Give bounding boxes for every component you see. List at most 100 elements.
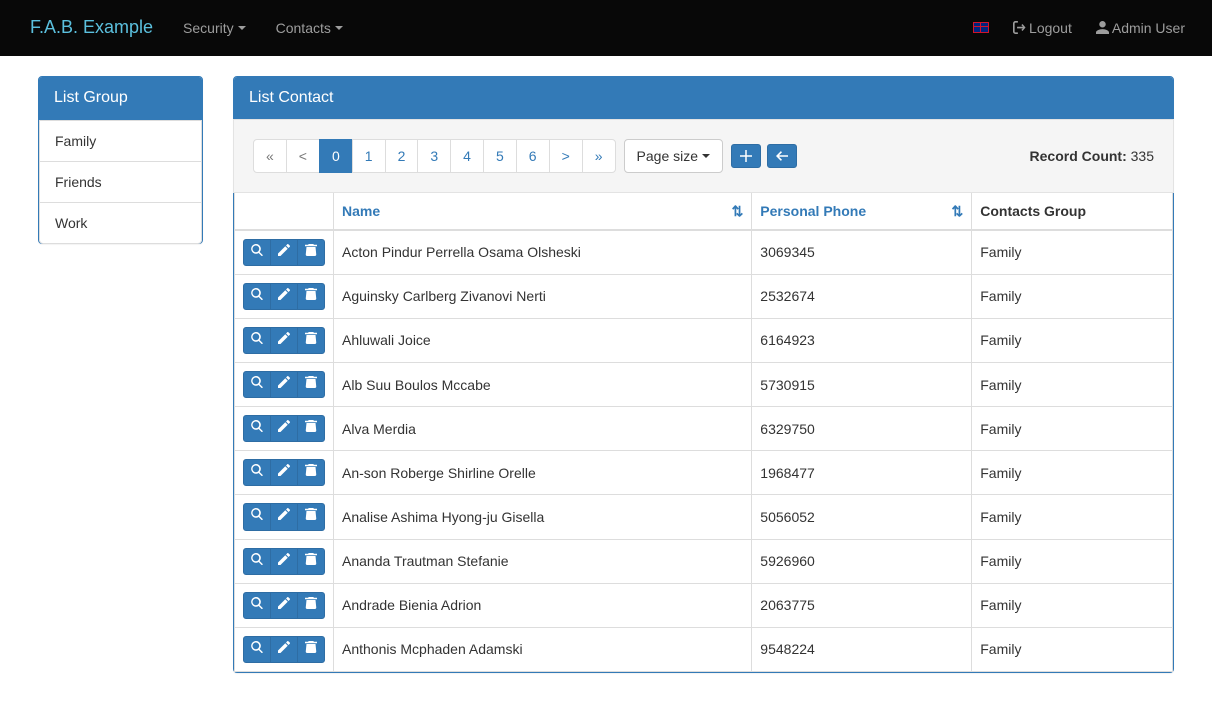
cell-group: Family xyxy=(972,407,1173,451)
cell-name: Alb Suu Boulos Mccabe xyxy=(334,362,752,406)
search-icon xyxy=(251,597,263,614)
cell-phone: 5926960 xyxy=(752,539,972,583)
row-edit-button[interactable] xyxy=(270,459,298,486)
search-icon xyxy=(251,376,263,393)
cell-group: Family xyxy=(972,495,1173,539)
page-2[interactable]: 2 xyxy=(385,139,419,173)
user-icon xyxy=(1096,21,1109,34)
pencil-icon xyxy=(278,420,290,437)
cell-phone: 1968477 xyxy=(752,451,972,495)
col-personal-phone[interactable]: Personal Phone ⇅ xyxy=(752,193,972,230)
arrow-left-icon xyxy=(776,150,788,162)
sidebar-item-friends[interactable]: Friends xyxy=(39,161,202,203)
sidebar-item-family[interactable]: Family xyxy=(39,120,202,162)
nav-logout[interactable]: Logout xyxy=(1001,3,1084,53)
row-edit-button[interactable] xyxy=(270,592,298,619)
row-delete-button[interactable] xyxy=(297,283,325,310)
page-5[interactable]: 5 xyxy=(483,139,517,173)
sidebar-item-work[interactable]: Work xyxy=(39,202,202,244)
back-button[interactable] xyxy=(767,144,797,168)
cell-phone: 6329750 xyxy=(752,407,972,451)
row-edit-button[interactable] xyxy=(270,636,298,663)
row-view-button[interactable] xyxy=(243,636,271,663)
main-title: List Contact xyxy=(234,77,1173,120)
col-contacts-group: Contacts Group xyxy=(972,193,1173,230)
page-6[interactable]: 6 xyxy=(516,139,550,173)
row-delete-button[interactable] xyxy=(297,503,325,530)
page-size-dropdown[interactable]: Page size xyxy=(624,139,723,173)
pencil-icon xyxy=(278,464,290,481)
pencil-icon xyxy=(278,597,290,614)
row-view-button[interactable] xyxy=(243,327,271,354)
table-row: Ahluwali Joice6164923Family xyxy=(235,318,1173,362)
row-edit-button[interactable] xyxy=(270,283,298,310)
pencil-icon xyxy=(278,244,290,261)
row-view-button[interactable] xyxy=(243,459,271,486)
page-3[interactable]: 3 xyxy=(417,139,451,173)
nav-language[interactable] xyxy=(961,7,1001,48)
sidebar-title: List Group xyxy=(39,77,202,120)
eraser-icon xyxy=(305,376,317,393)
cell-name: Analise Ashima Hyong-ju Gisella xyxy=(334,495,752,539)
eraser-icon xyxy=(305,332,317,349)
search-icon xyxy=(251,332,263,349)
record-count: Record Count: 335 xyxy=(1030,146,1154,166)
row-edit-button[interactable] xyxy=(270,327,298,354)
eraser-icon xyxy=(305,597,317,614)
cell-group: Family xyxy=(972,362,1173,406)
row-view-button[interactable] xyxy=(243,548,271,575)
cell-group: Family xyxy=(972,318,1173,362)
row-delete-button[interactable] xyxy=(297,327,325,354)
row-edit-button[interactable] xyxy=(270,503,298,530)
add-button[interactable] xyxy=(731,144,761,168)
row-edit-button[interactable] xyxy=(270,371,298,398)
page-4[interactable]: 4 xyxy=(450,139,484,173)
page-last[interactable]: » xyxy=(582,139,616,173)
row-view-button[interactable] xyxy=(243,503,271,530)
row-view-button[interactable] xyxy=(243,371,271,398)
page-prev[interactable]: < xyxy=(286,139,320,173)
table-row: Alb Suu Boulos Mccabe5730915Family xyxy=(235,362,1173,406)
row-view-button[interactable] xyxy=(243,283,271,310)
page-1[interactable]: 1 xyxy=(352,139,386,173)
row-edit-button[interactable] xyxy=(270,415,298,442)
nav-contacts[interactable]: Contacts xyxy=(261,3,358,53)
pencil-icon xyxy=(278,288,290,305)
row-delete-button[interactable] xyxy=(297,548,325,575)
search-icon xyxy=(251,553,263,570)
row-view-button[interactable] xyxy=(243,415,271,442)
row-delete-button[interactable] xyxy=(297,415,325,442)
cell-phone: 3069345 xyxy=(752,230,972,275)
sort-icon: ⇅ xyxy=(952,201,964,221)
row-view-button[interactable] xyxy=(243,239,271,266)
page-0[interactable]: 0 xyxy=(319,139,353,173)
plus-icon xyxy=(740,150,752,162)
caret-down-icon xyxy=(335,26,343,30)
cell-group: Family xyxy=(972,274,1173,318)
cell-phone: 6164923 xyxy=(752,318,972,362)
cell-name: Anthonis Mcphaden Adamski xyxy=(334,627,752,671)
row-edit-button[interactable] xyxy=(270,548,298,575)
brand-link[interactable]: F.A.B. Example xyxy=(15,0,168,56)
eraser-icon xyxy=(305,553,317,570)
nav-user[interactable]: Admin User xyxy=(1084,3,1197,53)
sidebar-panel: List Group FamilyFriendsWork xyxy=(38,76,203,244)
cell-group: Family xyxy=(972,451,1173,495)
toolbar: «<0123456>» Page size Record Count: 335 xyxy=(233,119,1174,193)
page-first[interactable]: « xyxy=(253,139,287,173)
row-delete-button[interactable] xyxy=(297,592,325,619)
row-delete-button[interactable] xyxy=(297,636,325,663)
row-delete-button[interactable] xyxy=(297,239,325,266)
row-delete-button[interactable] xyxy=(297,459,325,486)
main-panel: List Contact «<0123456>» Page size Recor… xyxy=(233,76,1174,673)
search-icon xyxy=(251,464,263,481)
nav-security[interactable]: Security xyxy=(168,3,261,53)
eraser-icon xyxy=(305,420,317,437)
row-delete-button[interactable] xyxy=(297,371,325,398)
cell-name: Ahluwali Joice xyxy=(334,318,752,362)
col-name[interactable]: Name ⇅ xyxy=(334,193,752,230)
row-edit-button[interactable] xyxy=(270,239,298,266)
page-next[interactable]: > xyxy=(549,139,583,173)
row-view-button[interactable] xyxy=(243,592,271,619)
search-icon xyxy=(251,641,263,658)
